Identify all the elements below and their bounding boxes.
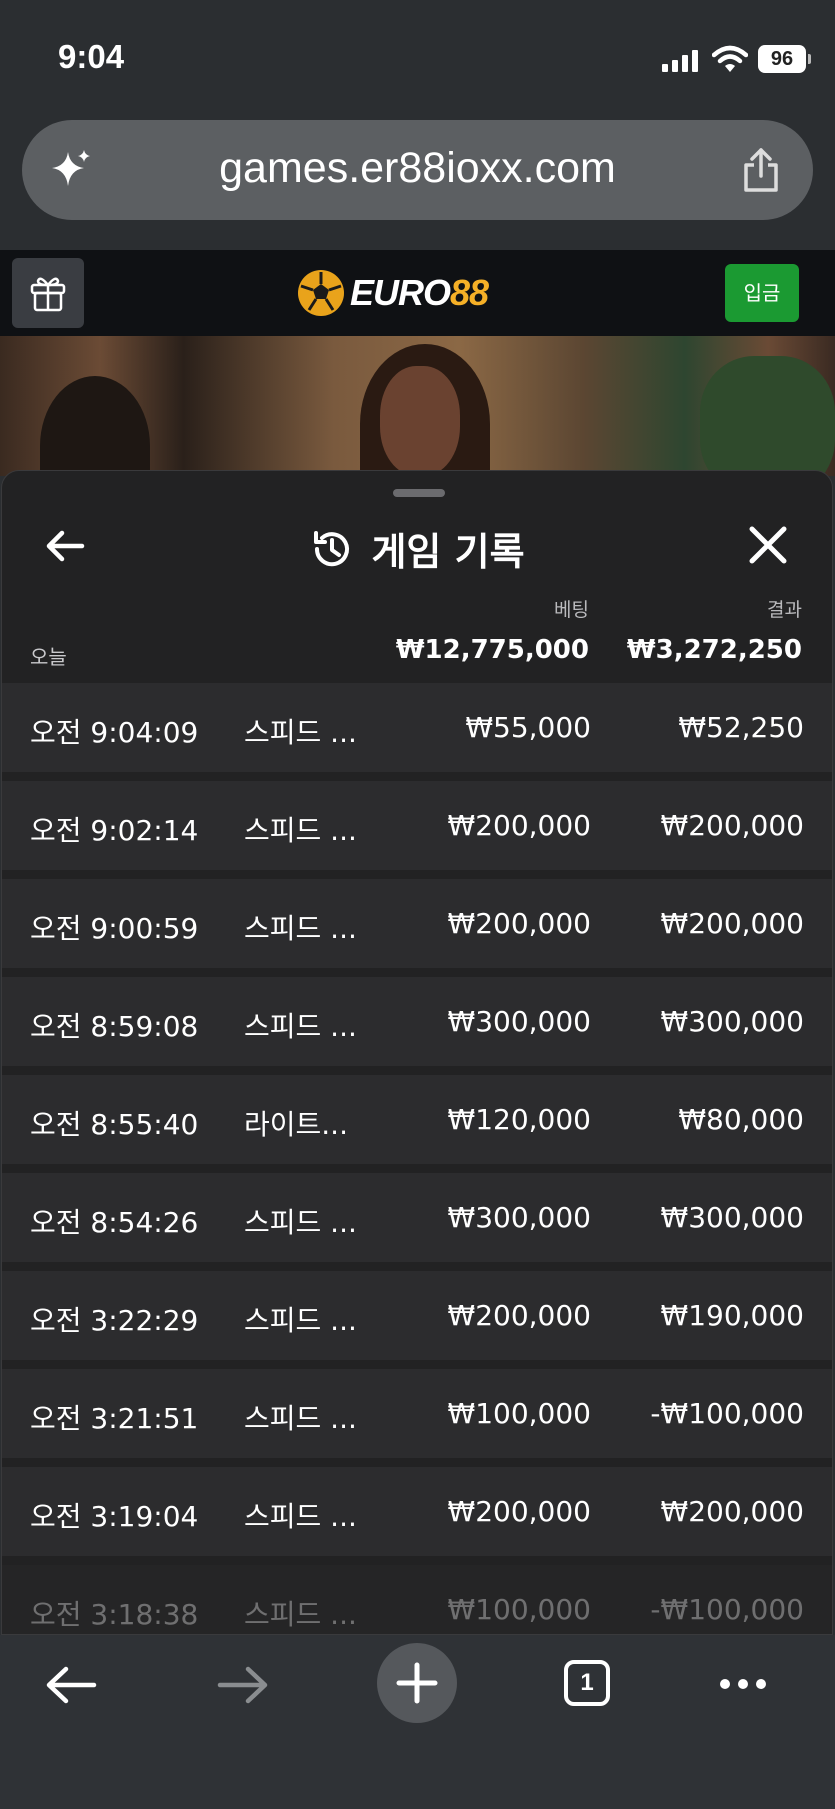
row-time: 오전 9:02:14: [30, 814, 199, 847]
row-time: 오전 8:59:08: [30, 1010, 199, 1043]
row-result: ₩80,000: [678, 1103, 804, 1136]
sheet-grabber[interactable]: [393, 489, 445, 497]
url-text[interactable]: games.er88ioxx.com: [22, 144, 813, 193]
row-time: 오전 3:19:04: [30, 1500, 199, 1533]
history-row[interactable]: 오전 9:02:14 스피드 ... ₩200,000 ₩200,000: [2, 781, 832, 870]
wifi-icon: [712, 45, 748, 72]
row-game: 스피드 ...: [244, 1206, 357, 1239]
row-bet: ₩200,000: [447, 1495, 591, 1528]
row-game: 스피드 ...: [244, 912, 357, 945]
row-result: ₩300,000: [660, 1201, 804, 1234]
close-icon[interactable]: [746, 523, 790, 567]
row-game: 스피드 ...: [244, 1402, 357, 1435]
result-column-header: 결과: [767, 599, 802, 621]
video-plant: [700, 356, 835, 476]
row-time: 오전 9:04:09: [30, 716, 199, 749]
row-result: ₩200,000: [660, 809, 804, 842]
forward-icon[interactable]: [216, 1663, 270, 1707]
history-row[interactable]: 오전 8:59:08 스피드 ... ₩300,000 ₩300,000: [2, 977, 832, 1066]
row-result: -₩100,000: [650, 1397, 804, 1430]
today-label: 오늘: [30, 645, 67, 669]
video-dealer-face: [380, 366, 460, 476]
row-result: ₩300,000: [660, 1005, 804, 1038]
row-game: 스피드 ...: [244, 1598, 357, 1631]
row-time: 오전 8:54:26: [30, 1206, 199, 1239]
history-row[interactable]: 오전 8:55:40 라이트... ₩120,000 ₩80,000: [2, 1075, 832, 1164]
address-bar[interactable]: games.er88ioxx.com: [22, 120, 813, 220]
status-time: 9:04: [58, 38, 125, 75]
row-game: 라이트...: [244, 1108, 348, 1141]
battery-indicator: 96: [758, 45, 811, 73]
history-row[interactable]: 오전 3:21:51 스피드 ... ₩100,000 -₩100,000: [2, 1369, 832, 1458]
row-result: ₩200,000: [660, 907, 804, 940]
row-bet: ₩200,000: [447, 907, 591, 940]
gift-button[interactable]: [12, 258, 84, 328]
row-game: 스피드 ...: [244, 1010, 357, 1043]
row-result: ₩190,000: [660, 1299, 804, 1332]
cellular-signal-icon: [662, 48, 698, 72]
new-tab-button[interactable]: [377, 1643, 457, 1723]
row-bet: ₩300,000: [447, 1005, 591, 1038]
back-icon[interactable]: [44, 1663, 98, 1707]
row-game: 스피드 ...: [244, 1500, 357, 1533]
history-row[interactable]: 오전 8:54:26 스피드 ... ₩300,000 ₩300,000: [2, 1173, 832, 1262]
bet-column-header: 베팅: [554, 599, 589, 621]
site-header: EURO88 입금: [0, 250, 835, 336]
row-bet: ₩55,000: [465, 711, 591, 744]
browser-toolbar: 1: [0, 1635, 835, 1809]
tabs-button[interactable]: 1: [564, 1660, 610, 1706]
gift-icon: [30, 277, 66, 312]
soccer-ball-icon: [298, 270, 344, 316]
history-row[interactable]: 오전 3:18:38 스피드 ... ₩100,000 -₩100,000: [2, 1565, 832, 1634]
row-result: ₩200,000: [660, 1495, 804, 1528]
total-result: ₩3,272,250: [626, 635, 802, 665]
history-row[interactable]: 오전 9:00:59 스피드 ... ₩200,000 ₩200,000: [2, 879, 832, 968]
status-bar: 9:04 96: [0, 0, 835, 110]
row-bet: ₩200,000: [447, 1299, 591, 1332]
sheet-title-text: 게임 기록: [371, 530, 525, 574]
row-bet: ₩120,000: [447, 1103, 591, 1136]
history-row[interactable]: 오전 3:22:29 스피드 ... ₩200,000 ₩190,000: [2, 1271, 832, 1360]
deposit-button[interactable]: 입금: [725, 264, 799, 322]
euro88-logo[interactable]: EURO88: [298, 263, 489, 323]
row-game: 스피드 ...: [244, 716, 357, 749]
share-icon[interactable]: [741, 146, 781, 194]
sheet-title: 게임 기록: [2, 521, 832, 576]
live-video-preview: [0, 336, 835, 476]
row-time: 오전 3:22:29: [30, 1304, 199, 1337]
row-time: 오전 8:55:40: [30, 1108, 199, 1141]
row-bet: ₩100,000: [447, 1397, 591, 1430]
row-time: 오전 9:00:59: [30, 912, 199, 945]
total-bet: ₩12,775,000: [395, 635, 589, 665]
row-game: 스피드 ...: [244, 1304, 357, 1337]
history-row[interactable]: 오전 3:19:04 스피드 ... ₩200,000 ₩200,000: [2, 1467, 832, 1556]
row-game: 스피드 ...: [244, 814, 357, 847]
game-history-sheet: 게임 기록 베팅 결과 오늘 ₩12,775,000 ₩3,272,250 오전…: [1, 470, 833, 1635]
history-row[interactable]: 오전 9:04:09 스피드 ... ₩55,000 ₩52,250: [2, 683, 832, 772]
row-time: 오전 3:21:51: [30, 1402, 199, 1435]
more-icon[interactable]: [720, 1679, 766, 1689]
row-bet: ₩200,000: [447, 809, 591, 842]
logo-text: EURO88: [350, 272, 489, 313]
row-result: -₩100,000: [650, 1593, 804, 1626]
row-bet: ₩100,000: [447, 1593, 591, 1626]
history-list: 오전 9:04:09 스피드 ... ₩55,000 ₩52,250 오전 9:…: [2, 683, 832, 1634]
row-result: ₩52,250: [678, 711, 804, 744]
history-icon: [314, 530, 350, 566]
row-time: 오전 3:18:38: [30, 1598, 199, 1631]
video-person: [40, 376, 150, 476]
row-bet: ₩300,000: [447, 1201, 591, 1234]
plus-icon: [396, 1662, 438, 1704]
